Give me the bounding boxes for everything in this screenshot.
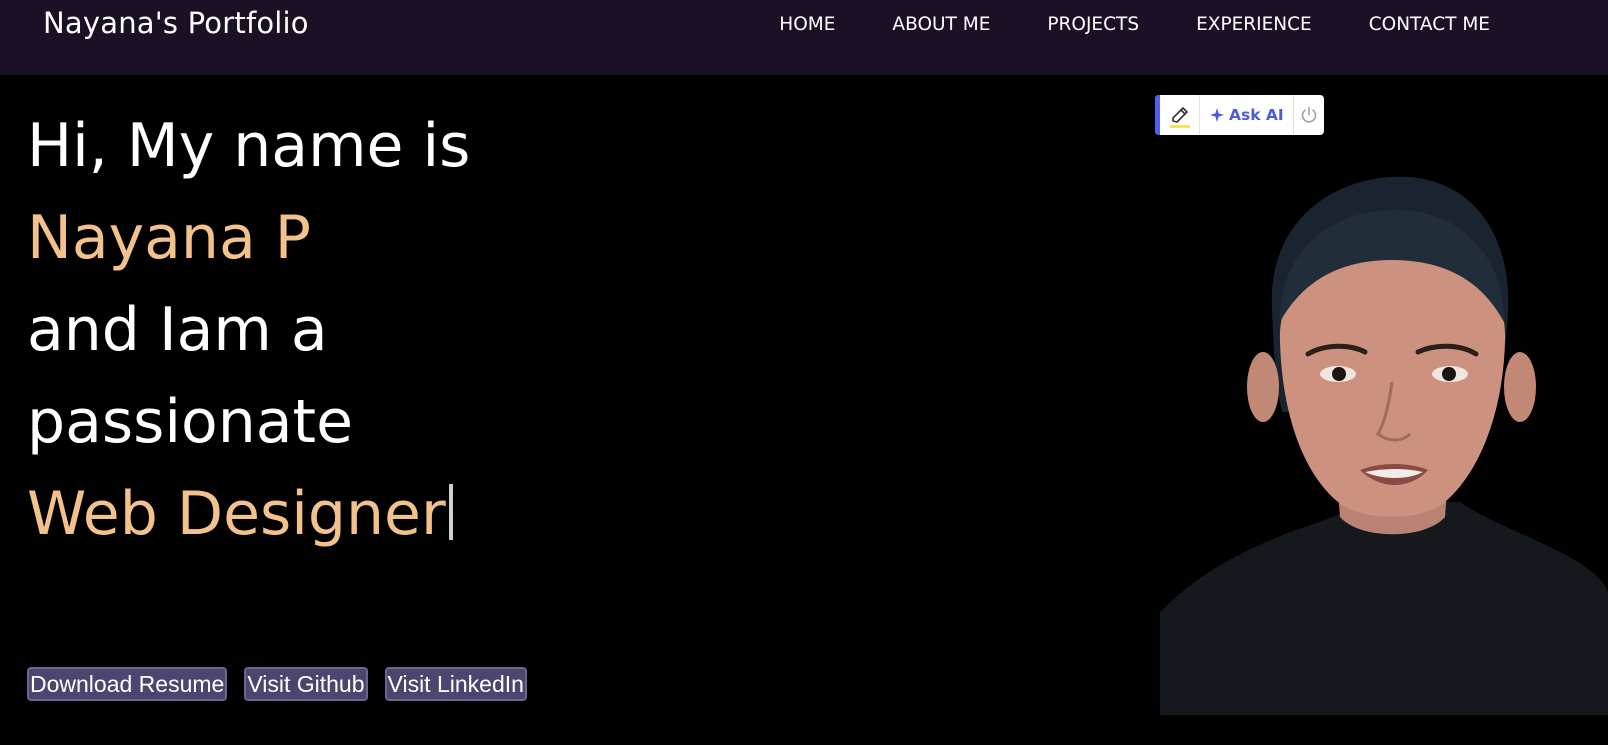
profile-photo xyxy=(1160,172,1608,715)
highlighter-icon xyxy=(1171,107,1188,123)
visit-github-button[interactable]: Visit Github xyxy=(244,667,368,701)
brand-title[interactable]: Nayana's Portfolio xyxy=(43,6,309,40)
nav-about-me[interactable]: ABOUT ME xyxy=(892,14,990,35)
hero-role: Web Designer xyxy=(27,479,446,549)
highlighter-button[interactable] xyxy=(1160,95,1200,135)
hero-text: Hi, My name is Nayana P and Iam a passio… xyxy=(27,100,470,560)
nav-projects[interactable]: PROJECTS xyxy=(1047,14,1139,35)
ask-ai-label: Ask AI xyxy=(1229,106,1284,124)
hero-adjective: passionate xyxy=(27,387,353,457)
typing-caret xyxy=(448,484,453,540)
download-resume-button[interactable]: Download Resume xyxy=(27,667,228,701)
ai-toolbar: Ask AI xyxy=(1155,95,1324,135)
nav-experience[interactable]: EXPERIENCE xyxy=(1196,14,1312,35)
hero-name: Nayana P xyxy=(27,203,311,273)
hero-buttons: Download Resume Visit Github Visit Linke… xyxy=(27,667,527,701)
ask-ai-button[interactable]: Ask AI xyxy=(1200,95,1294,135)
nav-contact-me[interactable]: CONTACT ME xyxy=(1369,14,1490,35)
hero-greeting: Hi, My name is xyxy=(27,111,471,181)
power-icon xyxy=(1301,106,1317,123)
hero-intro: and Iam a xyxy=(27,295,328,365)
hero-role-line: Web Designer xyxy=(27,468,470,560)
power-button[interactable] xyxy=(1294,95,1324,135)
navbar: Nayana's Portfolio HOME ABOUT ME PROJECT… xyxy=(0,0,1608,75)
nav-home[interactable]: HOME xyxy=(779,14,835,35)
visit-linkedin-button[interactable]: Visit LinkedIn xyxy=(384,667,527,701)
nav-links: HOME ABOUT ME PROJECTS EXPERIENCE CONTAC… xyxy=(779,14,1490,35)
highlight-swatch xyxy=(1170,125,1190,128)
sparkle-icon xyxy=(1210,108,1224,122)
